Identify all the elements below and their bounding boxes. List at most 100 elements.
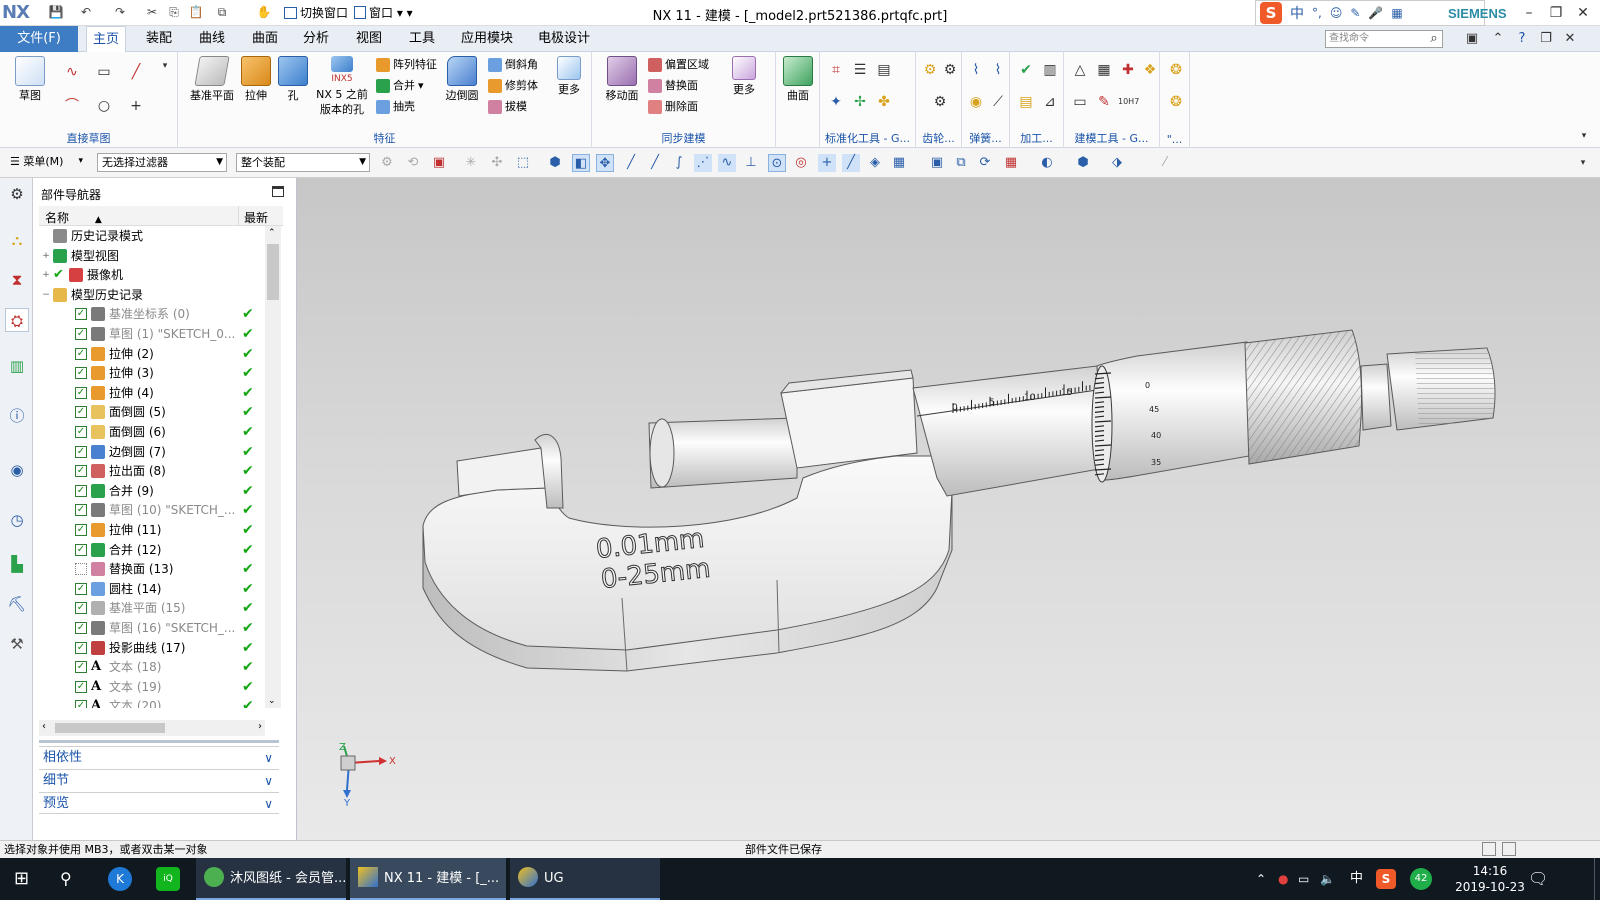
graphics-window[interactable]: 0 5 10 15 0 45 40 35 0.01mm 0-25mm X Y Z	[297, 178, 1600, 840]
tray-app-icon[interactable]: ●	[1278, 858, 1288, 900]
visible-check-icon[interactable]: ✔	[53, 265, 64, 285]
offset-region-button[interactable]: 偏置区域	[648, 56, 709, 74]
scroll-left-icon[interactable]: ‹	[42, 721, 46, 732]
datum-plane-button[interactable]: 基准平面	[184, 56, 240, 103]
selection-scope-dropdown[interactable]: 整个装配 ▼	[236, 153, 370, 172]
profile-icon[interactable]: ∿	[62, 62, 82, 82]
redo-icon[interactable]: ↷	[112, 4, 128, 20]
visibility-checkbox[interactable]: ✓	[75, 700, 87, 708]
assembly-navigator-icon[interactable]: ⛬	[5, 228, 29, 252]
zoom-view-icon[interactable]: ⧉	[952, 154, 970, 172]
kugou-icon[interactable]: K	[108, 867, 132, 891]
edit-section-icon[interactable]: ⁄	[1156, 154, 1174, 172]
doc-restore-icon[interactable]: ❐	[1536, 29, 1556, 49]
deselect-icon[interactable]: ✳	[462, 154, 480, 172]
panel-splitter[interactable]	[39, 740, 279, 743]
tab-home[interactable]: 主页	[86, 26, 127, 52]
gc-tool-4-icon[interactable]: ✦	[826, 92, 846, 112]
micrometer-model[interactable]: 0 5 10 15 0 45 40 35 0.01mm 0-25mm X Y Z	[297, 178, 1600, 840]
sogou-tray-icon[interactable]: S	[1376, 869, 1396, 889]
gear-3-icon[interactable]: ⚙	[930, 92, 950, 112]
machining-2-icon[interactable]: ▥	[1040, 60, 1060, 80]
tree-row[interactable]: ✓ 圆柱 (14) ✔	[39, 579, 275, 599]
point-on-face-icon[interactable]: ◈	[866, 154, 884, 172]
sogou-icon[interactable]: S	[1260, 2, 1282, 24]
notification-badge[interactable]: 42	[1410, 868, 1432, 890]
search-icon[interactable]: ⌕	[1424, 29, 1444, 49]
pattern-feature-button[interactable]: 阵列特征	[376, 56, 437, 74]
tab-application[interactable]: 应用模块	[455, 26, 519, 52]
visibility-checkbox[interactable]: ✓	[75, 445, 87, 458]
ribbon-expand-icon[interactable]: ▾	[1574, 126, 1594, 146]
process-studio-icon[interactable]: ⛏	[5, 592, 29, 616]
expand-icon[interactable]: +	[41, 246, 51, 266]
tree-row[interactable]: ✓ 合并 (12) ✔	[39, 540, 275, 560]
panel-dependencies[interactable]: 相依性 ∨	[39, 746, 279, 768]
column-header-name[interactable]: 名称 ▲	[45, 209, 102, 226]
edge-blend-button[interactable]: 边倒圆	[442, 56, 482, 103]
gear-1-icon[interactable]: ⚙	[920, 60, 940, 80]
emoji-icon[interactable]: ☺	[1330, 6, 1343, 20]
machining-3-icon[interactable]: ▤	[1016, 92, 1036, 112]
iqiyi-icon[interactable]: iQ	[156, 867, 180, 891]
paste-icon[interactable]: 📋	[188, 4, 204, 20]
spring-3-icon[interactable]: ◉	[966, 92, 986, 112]
machining-1-icon[interactable]: ✔	[1016, 60, 1036, 80]
hole-button[interactable]: 孔	[278, 56, 308, 103]
window-menu-button[interactable]: 窗口 ▾ ▾	[354, 4, 413, 22]
network-icon[interactable]: ▭	[1298, 858, 1309, 900]
shell-button[interactable]: 抽壳	[376, 98, 415, 116]
modeling-2-icon[interactable]: ▦	[1094, 60, 1114, 80]
tree-row[interactable]: ✓ A 文本 (19) ✔	[39, 677, 275, 697]
orient-view-icon[interactable]: ▦	[1002, 154, 1020, 172]
tree-row[interactable]: ✓ A 文本 (20) ✔	[39, 696, 275, 708]
search-icon[interactable]: ⚲	[60, 858, 72, 900]
tree-horizontal-scrollbar[interactable]: ‹ ›	[39, 720, 265, 736]
taskbar-app-ug[interactable]: UG	[510, 858, 660, 900]
layout-icon[interactable]	[1502, 842, 1516, 856]
copy-icon[interactable]: ⎘	[166, 4, 182, 20]
select-all-icon[interactable]: ⚙	[378, 154, 396, 172]
scroll-down-icon[interactable]: ⌄	[268, 696, 276, 706]
visibility-checkbox[interactable]: ✓	[75, 328, 87, 340]
tab-electrode-design[interactable]: 电极设计	[532, 26, 596, 52]
tree-row[interactable]: 替换面 (13) ✔	[39, 559, 275, 579]
extra-1-icon[interactable]: ❂	[1166, 60, 1186, 80]
spring-2-icon[interactable]: ⌇	[988, 60, 1008, 80]
visibility-checkbox[interactable]: ✓	[75, 308, 87, 321]
tab-assembly[interactable]: 装配	[140, 26, 178, 52]
voice-icon[interactable]: 🎤	[1368, 6, 1383, 20]
reuse-library-icon[interactable]: ▥	[5, 354, 29, 378]
visibility-checkbox[interactable]: ✓	[75, 465, 87, 478]
maximize-icon[interactable]	[272, 186, 284, 197]
tree-row[interactable]: ✓ A 文本 (18) ✔	[39, 657, 275, 677]
view-section-icon[interactable]: ⬗	[1108, 154, 1126, 172]
existing-point-snap-icon[interactable]: +	[818, 154, 836, 172]
file-tab[interactable]: 文件(F)	[0, 26, 78, 52]
ime-chinese-icon[interactable]: 中	[1290, 3, 1304, 23]
curve-snap-icon[interactable]: ╱	[622, 154, 640, 172]
tree-row[interactable]: ✓ 投影曲线 (17) ✔	[39, 638, 275, 658]
switch-window-button[interactable]: 切换窗口	[284, 4, 348, 22]
visibility-checkbox[interactable]: ✓	[75, 661, 87, 674]
visibility-checkbox[interactable]: ✓	[75, 680, 87, 693]
visibility-checkbox[interactable]: ✓	[75, 386, 87, 399]
scroll-up-icon[interactable]: ⌃	[268, 228, 276, 238]
windows-start-icon[interactable]: ⊞	[14, 858, 29, 900]
menu-dropdown[interactable]: ☰ 菜单(M) ▾	[6, 153, 86, 172]
clock[interactable]: 14:16 2019-10-23	[1450, 858, 1530, 900]
history-icon[interactable]: ◷	[5, 508, 29, 532]
undo-icon[interactable]: ↶	[78, 4, 94, 20]
visibility-checkbox[interactable]: ✓	[75, 524, 87, 536]
tree-row[interactable]: ✓ 基准平面 (15) ✔	[39, 598, 275, 618]
point-icon[interactable]: +	[126, 96, 146, 116]
tree-row[interactable]: ✓ 拉出面 (8) ✔	[39, 461, 275, 481]
expand-icon[interactable]: +	[41, 265, 51, 285]
skin-icon[interactable]: ✎	[1350, 6, 1360, 20]
point-on-curve-icon[interactable]: ╱	[842, 154, 860, 172]
modeling-6-icon[interactable]: ✎	[1094, 92, 1114, 112]
rotate-view-icon[interactable]: ⟳	[976, 154, 994, 172]
column-header-latest[interactable]: 最新	[244, 209, 268, 226]
tab-view[interactable]: 视图	[350, 26, 388, 52]
nx5-hole-button[interactable]: INX5 NX 5 之前 版本的孔	[314, 56, 370, 117]
